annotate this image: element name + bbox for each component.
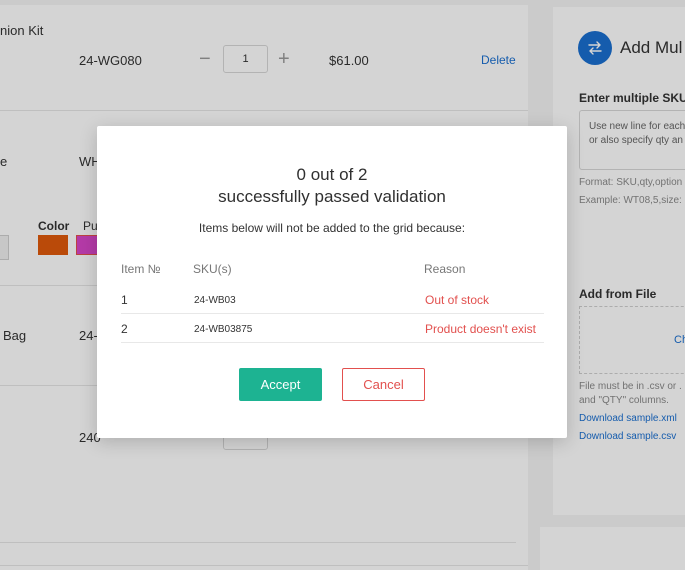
- validation-dialog: 0 out of 2 successfully passed validatio…: [97, 126, 567, 438]
- accept-button[interactable]: Accept: [239, 368, 322, 401]
- item-reason: Out of stock: [425, 293, 490, 307]
- dialog-title-text: successfully passed validation: [218, 187, 446, 206]
- column-header-reason: Reason: [424, 262, 466, 276]
- column-header-item: Item №: [121, 262, 161, 276]
- dialog-title-count: 0 out of 2: [296, 165, 368, 184]
- cancel-button[interactable]: Cancel: [342, 368, 425, 401]
- item-sku: 24-WB03: [194, 295, 236, 306]
- dialog-title: 0 out of 2 successfully passed validatio…: [97, 164, 567, 208]
- item-sku: 24-WB03875: [194, 324, 253, 335]
- dialog-subtitle: Items below will not be added to the gri…: [198, 221, 466, 235]
- item-number: 2: [121, 322, 128, 336]
- item-reason: Product doesn't exist: [425, 322, 537, 336]
- table-row: 1 24-WB03 Out of stock: [121, 285, 544, 314]
- column-header-sku: SKU(s): [193, 262, 232, 276]
- item-number: 1: [121, 293, 128, 307]
- table-row: 2 24-WB03875 Product doesn't exist: [121, 314, 544, 343]
